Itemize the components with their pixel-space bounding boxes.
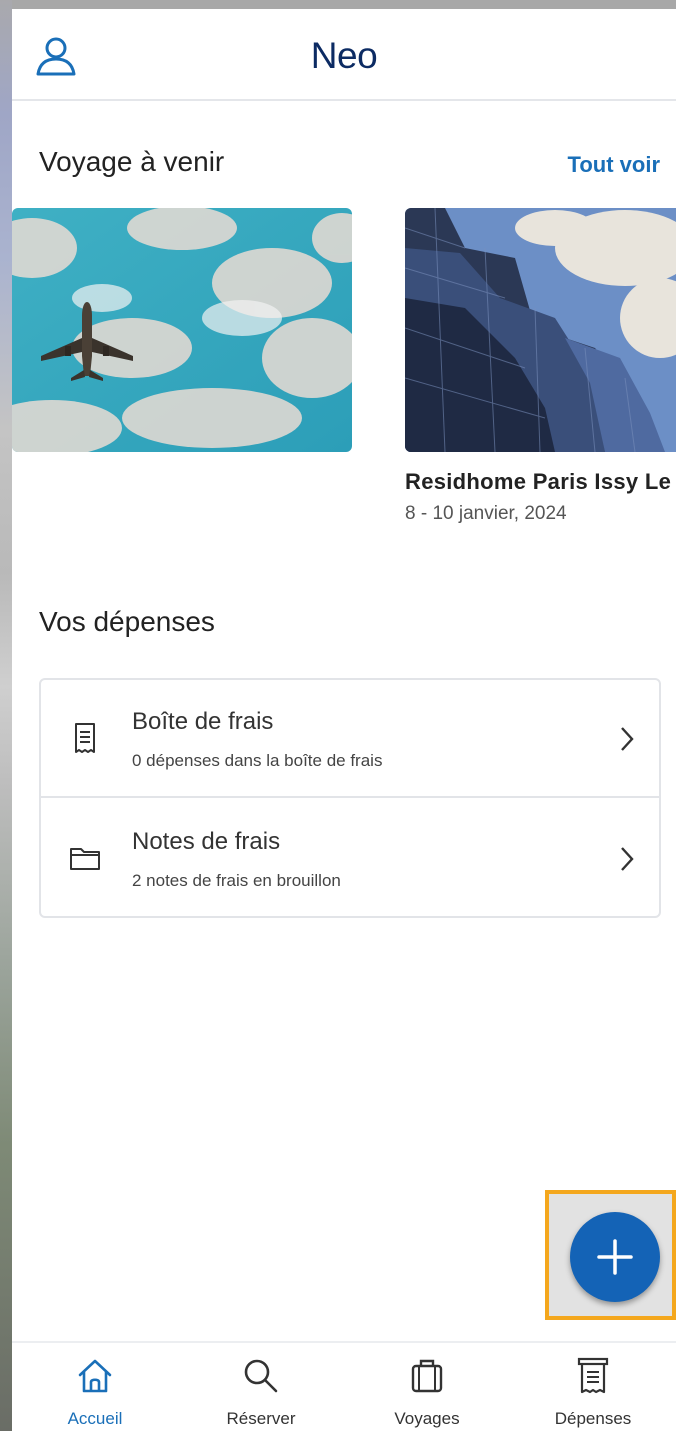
tab-book[interactable]: Réserver xyxy=(178,1343,344,1431)
add-button[interactable] xyxy=(570,1212,660,1302)
receipt-icon xyxy=(577,1357,609,1394)
plus-icon xyxy=(597,1239,633,1275)
expenses-list: Boîte de frais 0 dépenses dans la boîte … xyxy=(39,678,661,918)
app-header: Neo xyxy=(12,9,676,101)
tab-trips-label: Voyages xyxy=(394,1409,460,1428)
trip-name[interactable]: Residhome Paris Issy Le xyxy=(405,469,671,495)
expense-box-label: Boîte de frais xyxy=(132,708,274,735)
home-icon xyxy=(78,1359,112,1393)
chevron-right-icon xyxy=(621,727,634,751)
trip-card-hotel-image[interactable] xyxy=(405,208,676,452)
folder-icon xyxy=(70,848,100,870)
trip-dates: 8 - 10 janvier, 2024 xyxy=(405,503,567,524)
expense-reports-label: Notes de frais xyxy=(132,828,281,855)
chevron-right-icon xyxy=(621,847,634,871)
background-strip-top xyxy=(0,0,676,9)
expense-box-row[interactable]: Boîte de frais 0 dépenses dans la boîte … xyxy=(41,680,659,798)
search-icon xyxy=(244,1359,278,1393)
expenses-title: Vos dépenses xyxy=(39,606,215,637)
bottom-tab-bar: Accueil Réserver Voyages Dépenses xyxy=(12,1341,676,1431)
background-strip-left xyxy=(0,0,12,1431)
tab-home-label: Accueil xyxy=(67,1409,123,1428)
tab-trips[interactable]: Voyages xyxy=(344,1343,510,1431)
app-title: Neo xyxy=(310,35,378,76)
tab-expenses[interactable]: Dépenses xyxy=(510,1343,676,1431)
expense-reports-count: 2 notes de frais en brouillon xyxy=(132,871,341,890)
tab-home[interactable]: Accueil xyxy=(12,1343,178,1431)
receipt-icon xyxy=(75,723,95,753)
app-screen: Neo Voyage à venir Tout voir Residhome P… xyxy=(12,9,676,1431)
expense-reports-row[interactable]: Notes de frais 2 notes de frais en broui… xyxy=(41,800,659,918)
upcoming-trips-title: Voyage à venir xyxy=(39,146,225,177)
see-all-link[interactable]: Tout voir xyxy=(568,152,660,178)
tab-expenses-label: Dépenses xyxy=(554,1409,632,1428)
trip-card-flight-image[interactable] xyxy=(12,208,352,452)
tab-book-label: Réserver xyxy=(226,1409,296,1428)
suitcase-icon xyxy=(411,1359,443,1393)
expense-box-count: 0 dépenses dans la boîte de frais xyxy=(132,751,383,770)
